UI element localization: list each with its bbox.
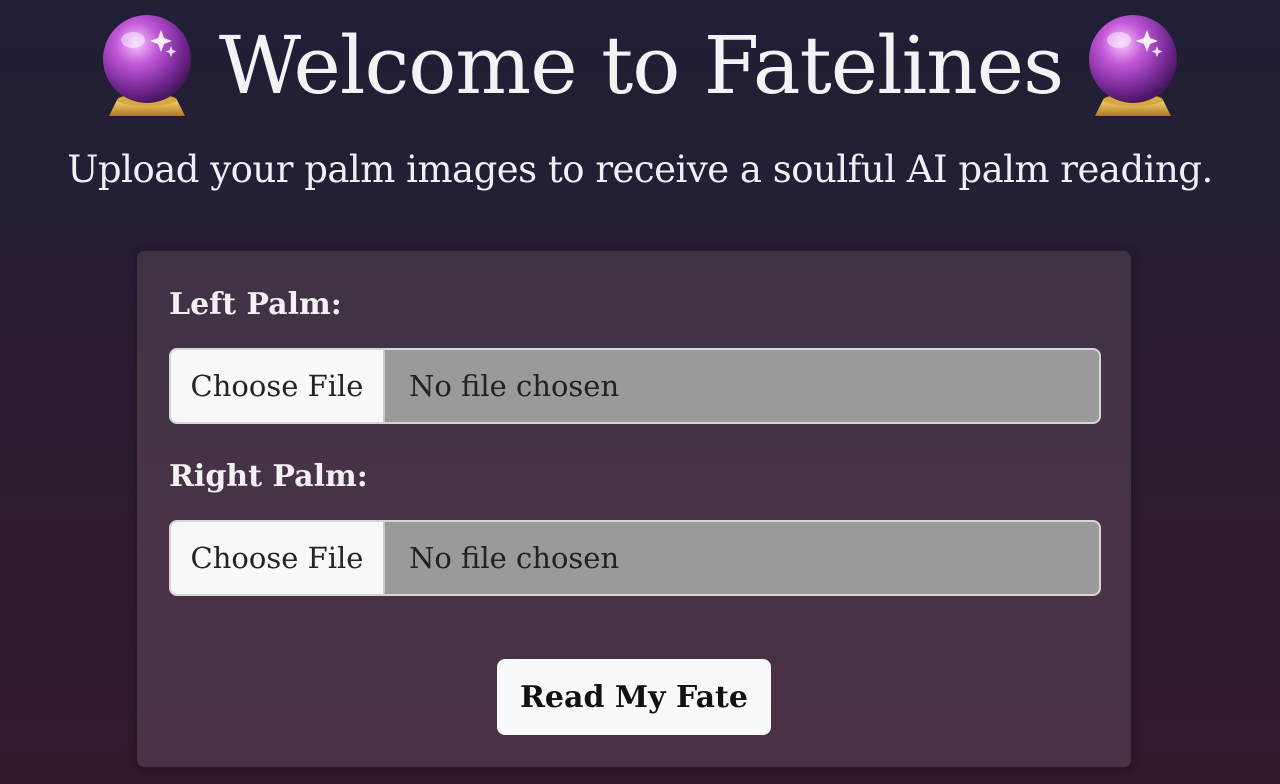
- right-palm-choose-file-button[interactable]: Choose File: [171, 522, 385, 594]
- crystal-ball-icon: [102, 15, 191, 116]
- right-palm-file-status: No file chosen: [409, 541, 620, 575]
- right-palm-label: Right Palm:: [169, 459, 368, 494]
- left-palm-file-status: No file chosen: [409, 369, 620, 403]
- crystal-ball-icon: [1089, 15, 1178, 116]
- read-my-fate-button[interactable]: Read My Fate: [497, 659, 771, 735]
- left-palm-label: Left Palm:: [169, 287, 342, 322]
- header: Welcome to Fatelines: [0, 6, 1280, 126]
- page-subtitle: Upload your palm images to receive a sou…: [67, 148, 1213, 191]
- right-palm-file-input[interactable]: Choose File No file chosen: [169, 520, 1101, 596]
- left-palm-file-input[interactable]: Choose File No file chosen: [169, 348, 1101, 424]
- palm-upload-form: Left Palm: Choose File No file chosen Ri…: [136, 250, 1132, 768]
- left-palm-choose-file-button[interactable]: Choose File: [171, 350, 385, 422]
- page-title: Welcome to Fatelines: [218, 19, 1064, 112]
